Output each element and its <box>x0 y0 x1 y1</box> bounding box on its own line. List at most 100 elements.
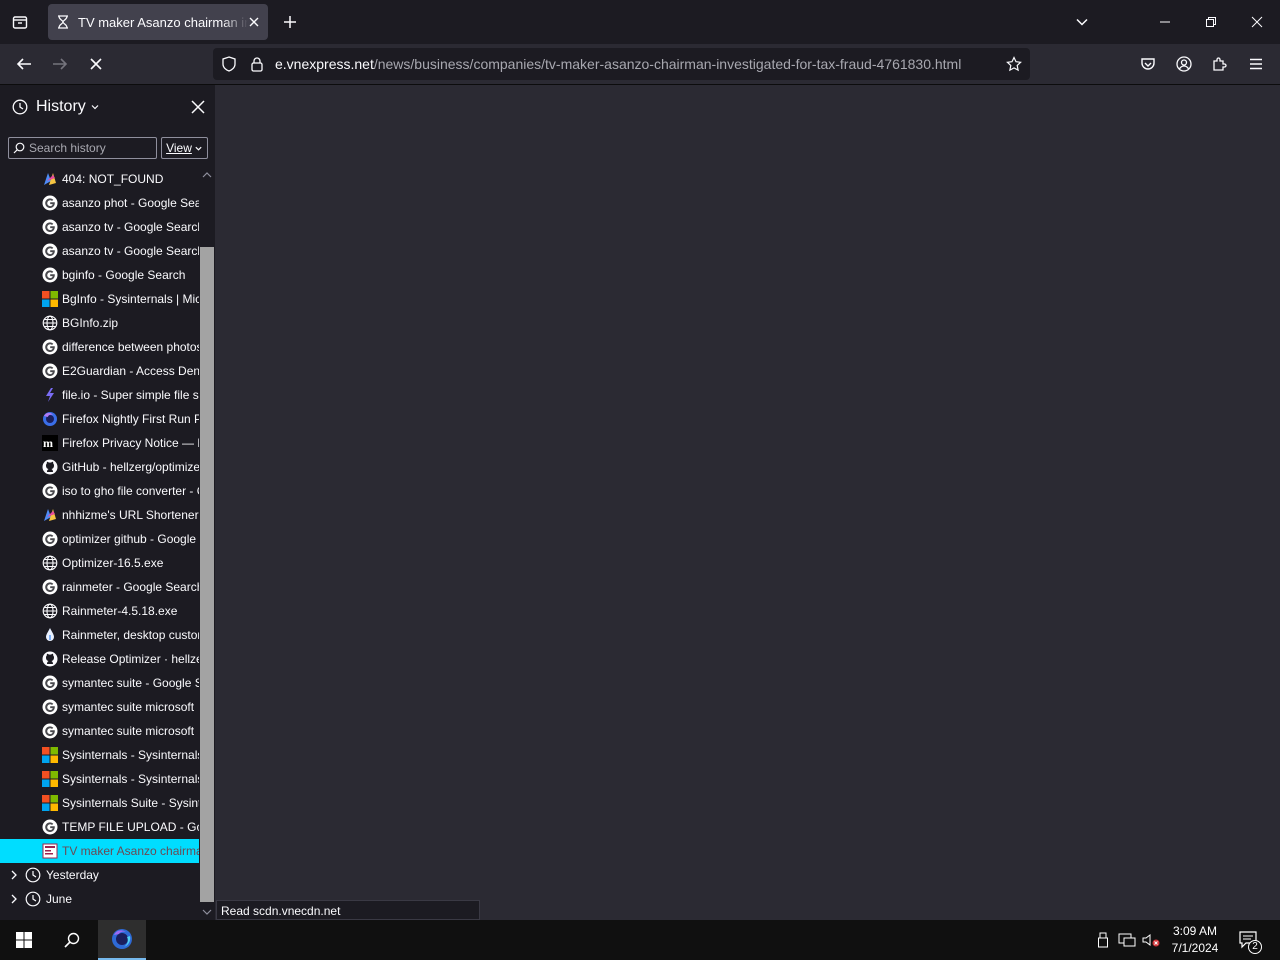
history-item[interactable]: nhhizme's URL Shortener <box>0 503 199 527</box>
history-item[interactable]: bginfo - Google Search <box>0 263 199 287</box>
google-icon <box>42 483 58 499</box>
chevron-right-icon[interactable] <box>9 869 19 881</box>
firefox-view-button[interactable] <box>6 0 34 44</box>
view-menu-button[interactable]: View <box>161 137 208 159</box>
history-item[interactable]: symantec suite microsoft <box>0 695 199 719</box>
history-item-label: bginfo - Google Search <box>62 268 186 282</box>
history-item-label: rainmeter - Google Search <box>62 580 199 594</box>
windows-taskbar: 3:09 AM 7/1/2024 2 <box>0 920 1280 960</box>
new-tab-button[interactable] <box>276 0 304 44</box>
history-item[interactable]: Sysinternals - Sysinternals <box>0 767 199 791</box>
loading-hourglass-icon <box>58 15 68 29</box>
history-item[interactable]: Rainmeter-4.5.18.exe <box>0 599 199 623</box>
minimize-button[interactable] <box>1142 0 1188 44</box>
firefox-nightly-icon <box>112 929 132 949</box>
puzzle-icon <box>1213 57 1227 71</box>
scroll-up-arrow-icon[interactable] <box>202 171 212 179</box>
history-item[interactable]: Sysinternals Suite - Sysinternals <box>0 791 199 815</box>
action-center-button[interactable]: 2 <box>1234 920 1264 960</box>
history-item[interactable]: optimizer github - Google Search <box>0 527 199 551</box>
close-window-button[interactable] <box>1234 0 1280 44</box>
minimize-icon <box>1160 21 1170 23</box>
firefox-view-icon <box>12 16 28 29</box>
sidebar-switcher[interactable]: History <box>12 98 100 116</box>
clock-icon <box>25 867 41 883</box>
search-icon <box>64 932 80 948</box>
history-item-label: iso to gho file converter - Google <box>62 484 199 498</box>
account-button[interactable] <box>1168 48 1200 80</box>
volume-tray-icon[interactable] <box>1140 920 1162 960</box>
taskbar-search-button[interactable] <box>48 920 96 960</box>
history-item[interactable]: BGInfo.zip <box>0 311 199 335</box>
google-icon <box>42 339 58 355</box>
microsoft-icon <box>42 747 58 763</box>
forward-button[interactable] <box>44 48 76 80</box>
list-all-tabs-button[interactable] <box>1068 0 1096 44</box>
history-item[interactable]: difference between photos <box>0 335 199 359</box>
search-input[interactable] <box>29 141 149 155</box>
close-icon <box>1251 16 1263 28</box>
extensions-button[interactable] <box>1204 48 1236 80</box>
scroll-down-arrow-icon[interactable] <box>202 908 212 916</box>
history-group-june[interactable]: June <box>0 887 199 911</box>
google-icon <box>42 219 58 235</box>
close-tab-icon[interactable] <box>248 16 260 28</box>
usb-tray-icon[interactable] <box>1094 920 1112 960</box>
taskbar-firefox-button[interactable] <box>98 920 146 960</box>
history-item[interactable]: 404: NOT_FOUND <box>0 167 199 191</box>
history-item-label: E2Guardian - Access Denied <box>62 364 199 378</box>
start-button[interactable] <box>0 920 48 960</box>
history-item-label: 404: NOT_FOUND <box>62 172 164 186</box>
stop-button[interactable] <box>80 48 112 80</box>
history-item[interactable]: symantec suite microsoft <box>0 719 199 743</box>
url-path: /news/business/companies/tv-maker-asanzo… <box>373 56 962 72</box>
system-clock[interactable]: 3:09 AM 7/1/2024 <box>1166 923 1224 957</box>
vnexpress-icon <box>42 843 58 859</box>
chevron-right-icon[interactable] <box>9 893 19 905</box>
history-item[interactable]: iso to gho file converter - Google <box>0 479 199 503</box>
bookmark-star-icon[interactable] <box>1006 56 1022 72</box>
history-item[interactable]: Firefox Nightly First Run Page <box>0 407 199 431</box>
history-search-field[interactable] <box>8 137 157 159</box>
network-icon <box>1118 933 1136 947</box>
chevron-down-icon <box>195 146 202 151</box>
active-tab[interactable]: TV maker Asanzo chairman investigated fo… <box>48 4 268 40</box>
scrollbar-thumb[interactable] <box>200 247 214 902</box>
history-item[interactable]: Release Optimizer · hellzerg <box>0 647 199 671</box>
history-item[interactable]: TV maker Asanzo chairman investigated <box>0 839 199 863</box>
stop-icon <box>90 58 102 70</box>
tab-title: TV maker Asanzo chairman investigated fo… <box>78 14 248 30</box>
history-item-label: file.io - Super simple file sharing <box>62 388 199 402</box>
page-content[interactable] <box>216 85 1280 920</box>
history-item-label: symantec suite microsoft <box>62 700 195 714</box>
history-scrollbar[interactable] <box>199 167 215 920</box>
history-item[interactable]: symantec suite - Google Search <box>0 671 199 695</box>
history-item[interactable]: file.io - Super simple file sharing <box>0 383 199 407</box>
lock-icon[interactable] <box>249 56 265 72</box>
history-item[interactable]: E2Guardian - Access Denied <box>0 359 199 383</box>
history-item[interactable]: GitHub - hellzerg/optimizer <box>0 455 199 479</box>
history-item[interactable]: BgInfo - Sysinternals | Microsoft Learn <box>0 287 199 311</box>
restore-button[interactable] <box>1188 0 1234 44</box>
history-item-label: Sysinternals Suite - Sysinternals <box>62 796 199 810</box>
back-button[interactable] <box>8 48 40 80</box>
history-item[interactable]: Sysinternals - Sysinternals <box>0 743 199 767</box>
app-menu-button[interactable] <box>1240 48 1272 80</box>
close-sidebar-icon[interactable] <box>191 100 205 114</box>
history-item[interactable]: rainmeter - Google Search <box>0 575 199 599</box>
history-item[interactable]: asanzo phot - Google Search <box>0 191 199 215</box>
history-item[interactable]: asanzo tv - Google Search <box>0 215 199 239</box>
google-icon <box>42 195 58 211</box>
history-item[interactable]: TEMP FILE UPLOAD - Google <box>0 815 199 839</box>
history-item[interactable]: asanzo tv - Google Search <box>0 239 199 263</box>
network-tray-icon[interactable] <box>1116 920 1138 960</box>
history-group-label: June <box>46 892 73 906</box>
history-item[interactable]: m Firefox Privacy Notice — Mozilla <box>0 431 199 455</box>
history-group-yesterday[interactable]: Yesterday <box>0 863 199 887</box>
history-item-label: Firefox Nightly First Run Page <box>62 412 199 426</box>
pocket-button[interactable] <box>1132 48 1164 80</box>
history-item[interactable]: Rainmeter, desktop customization <box>0 623 199 647</box>
tracking-protection-shield-icon[interactable] <box>221 56 237 72</box>
url-bar[interactable]: e.vnexpress.net/news/business/companies/… <box>213 48 1030 80</box>
history-item[interactable]: Optimizer-16.5.exe <box>0 551 199 575</box>
